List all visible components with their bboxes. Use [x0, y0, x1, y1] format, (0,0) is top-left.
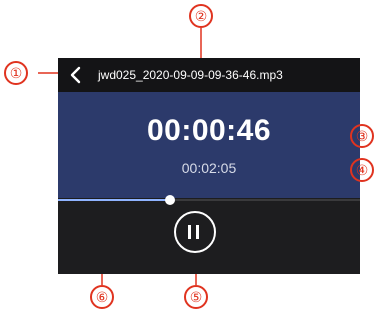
elapsed-time: 00:00:46	[146, 114, 272, 147]
pause-icon	[188, 225, 191, 239]
total-duration: 00:02:05	[181, 160, 237, 176]
time-panel: 00:00:46 00:02:05	[58, 92, 360, 198]
chevron-left-icon	[70, 66, 81, 84]
callout-3: ③	[350, 124, 374, 148]
progress-played	[58, 199, 170, 201]
back-button[interactable]	[66, 65, 86, 85]
callout-1: ①	[4, 61, 28, 85]
callout-4: ④	[350, 158, 374, 182]
pause-icon-bar	[196, 225, 199, 239]
callout-5: ⑤	[184, 285, 208, 309]
callout-6: ⑥	[90, 285, 114, 309]
progress-thumb[interactable]	[164, 195, 175, 205]
title-bar: jwd025_2020-09-09-09-36-46.mp3	[58, 58, 360, 92]
file-name: jwd025_2020-09-09-09-36-46.mp3	[98, 68, 283, 82]
pause-button[interactable]	[174, 211, 216, 253]
callout-2: ②	[189, 4, 213, 28]
recording-player-screen: jwd025_2020-09-09-09-36-46.mp3 00:00:46 …	[58, 58, 360, 274]
playback-progress-bar[interactable]	[58, 195, 360, 205]
